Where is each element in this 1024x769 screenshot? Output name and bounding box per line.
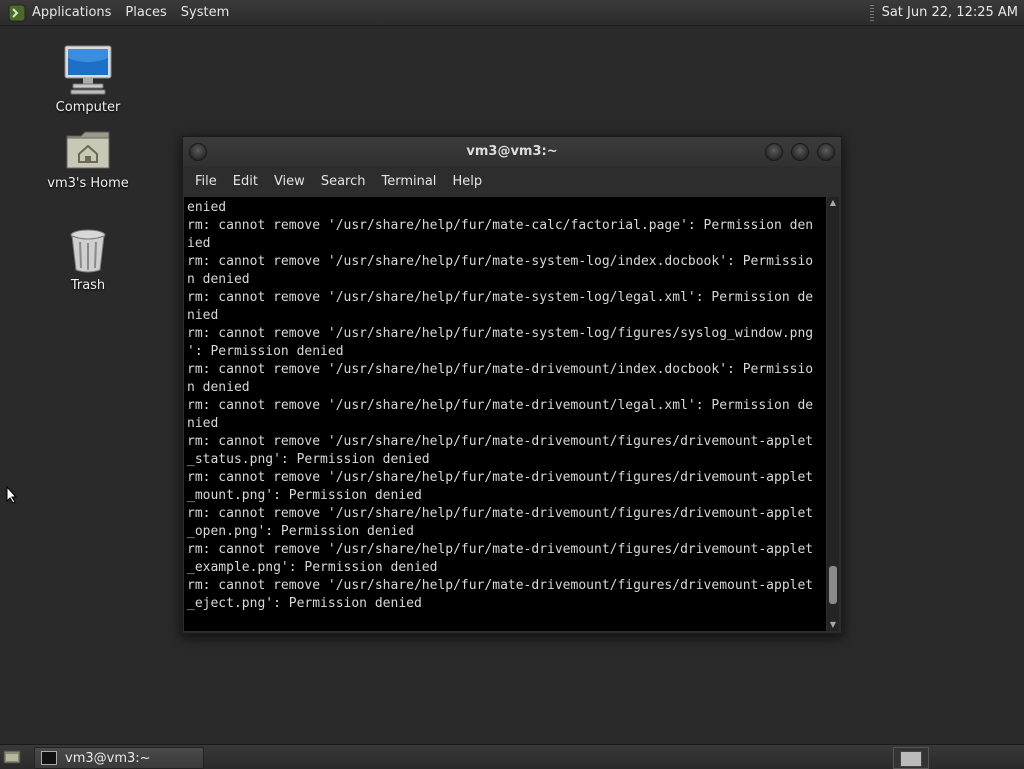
terminal-line: _mount.png': Permission denied — [187, 488, 422, 503]
show-desktop-icon[interactable] — [3, 749, 21, 764]
scrollbar-thumb[interactable] — [829, 566, 837, 605]
terminal-line: rm: cannot remove '/usr/share/help/fur/m… — [187, 434, 814, 449]
menu-file[interactable]: File — [187, 174, 225, 189]
terminal-menubar: File Edit View Search Terminal Help — [183, 167, 841, 195]
scroll-down-icon[interactable]: ▼ — [827, 619, 839, 631]
terminal-line: _example.png': Permission denied — [187, 560, 438, 575]
terminal-line: rm: cannot remove '/usr/share/help/fur/m… — [187, 398, 814, 413]
terminal-line: enied — [187, 200, 227, 215]
terminal-line: rm: cannot remove '/usr/share/help/fur/m… — [187, 470, 814, 485]
desktop-trash[interactable]: Trash — [38, 228, 138, 293]
terminal-line: rm: cannot remove '/usr/share/help/fur/m… — [187, 362, 814, 377]
terminal-line: ied — [187, 236, 211, 251]
workspace-switcher[interactable] — [893, 747, 929, 769]
workspace-1[interactable] — [900, 751, 922, 767]
terminal-window[interactable]: vm3@vm3:~ File Edit View Search Terminal… — [182, 136, 842, 634]
terminal-output[interactable]: enied rm: cannot remove '/usr/share/help/… — [184, 197, 826, 631]
menu-view[interactable]: View — [266, 174, 313, 189]
desktop-home[interactable]: vm3's Home — [38, 128, 138, 191]
terminal-line: rm: cannot remove '/usr/share/help/fur/m… — [187, 578, 814, 593]
system-menu[interactable]: System — [181, 5, 229, 20]
computer-icon — [63, 44, 113, 96]
minimize-button[interactable] — [765, 143, 783, 161]
terminal-line: ': Permission denied — [187, 344, 344, 359]
home-folder-icon — [65, 128, 111, 172]
terminal-line: rm: cannot remove '/usr/share/help/fur/m… — [187, 290, 814, 305]
mouse-pointer-icon — [6, 485, 18, 508]
terminal-text: enied rm: cannot remove '/usr/share/help/… — [184, 197, 826, 613]
terminal-icon — [41, 751, 57, 765]
computer-label: Computer — [55, 100, 121, 115]
clock[interactable]: Sat Jun 22, 12:25 AM — [882, 5, 1018, 20]
close-button[interactable] — [817, 143, 835, 161]
menu-terminal[interactable]: Terminal — [373, 174, 444, 189]
terminal-line: _eject.png': Permission denied — [187, 596, 422, 611]
terminal-line: _status.png': Permission denied — [187, 452, 430, 467]
terminal-line: rm: cannot remove '/usr/share/help/fur/m… — [187, 326, 814, 341]
terminal-line: n denied — [187, 272, 250, 287]
panel-handle — [869, 4, 874, 21]
terminal-scrollbar[interactable]: ▲ ▼ — [827, 197, 839, 631]
window-title: vm3@vm3:~ — [466, 144, 558, 159]
terminal-line: rm: cannot remove '/usr/share/help/fur/m… — [187, 542, 814, 557]
bottom-panel: vm3@vm3:~ — [0, 744, 1024, 769]
terminal-line: n denied — [187, 380, 250, 395]
menu-help[interactable]: Help — [444, 174, 490, 189]
maximize-button[interactable] — [791, 143, 809, 161]
menu-edit[interactable]: Edit — [225, 174, 266, 189]
terminal-line: rm: cannot remove '/usr/share/help/fur/m… — [187, 218, 814, 233]
desktop-computer[interactable]: Computer — [38, 44, 138, 115]
terminal-line: _open.png': Permission denied — [187, 524, 414, 539]
taskbar-terminal-label: vm3@vm3:~ — [65, 750, 151, 766]
places-menu[interactable]: Places — [125, 5, 166, 20]
window-titlebar[interactable]: vm3@vm3:~ — [183, 137, 841, 167]
home-label: vm3's Home — [47, 176, 129, 191]
menu-search[interactable]: Search — [313, 174, 374, 189]
trash-label: Trash — [70, 278, 106, 293]
mate-logo-icon[interactable] — [8, 4, 26, 22]
trash-icon — [68, 228, 108, 274]
scroll-up-icon[interactable]: ▲ — [827, 197, 839, 209]
terminal-line: rm: cannot remove '/usr/share/help/fur/m… — [187, 506, 814, 521]
taskbar-terminal-button[interactable]: vm3@vm3:~ — [34, 747, 204, 769]
terminal-line: nied — [187, 308, 219, 323]
applications-menu[interactable]: Applications — [32, 5, 111, 20]
terminal-line: nied — [187, 416, 219, 431]
terminal-line: rm: cannot remove '/usr/share/help/fur/m… — [187, 254, 814, 269]
top-panel: Applications Places System Sat Jun 22, 1… — [0, 0, 1024, 26]
